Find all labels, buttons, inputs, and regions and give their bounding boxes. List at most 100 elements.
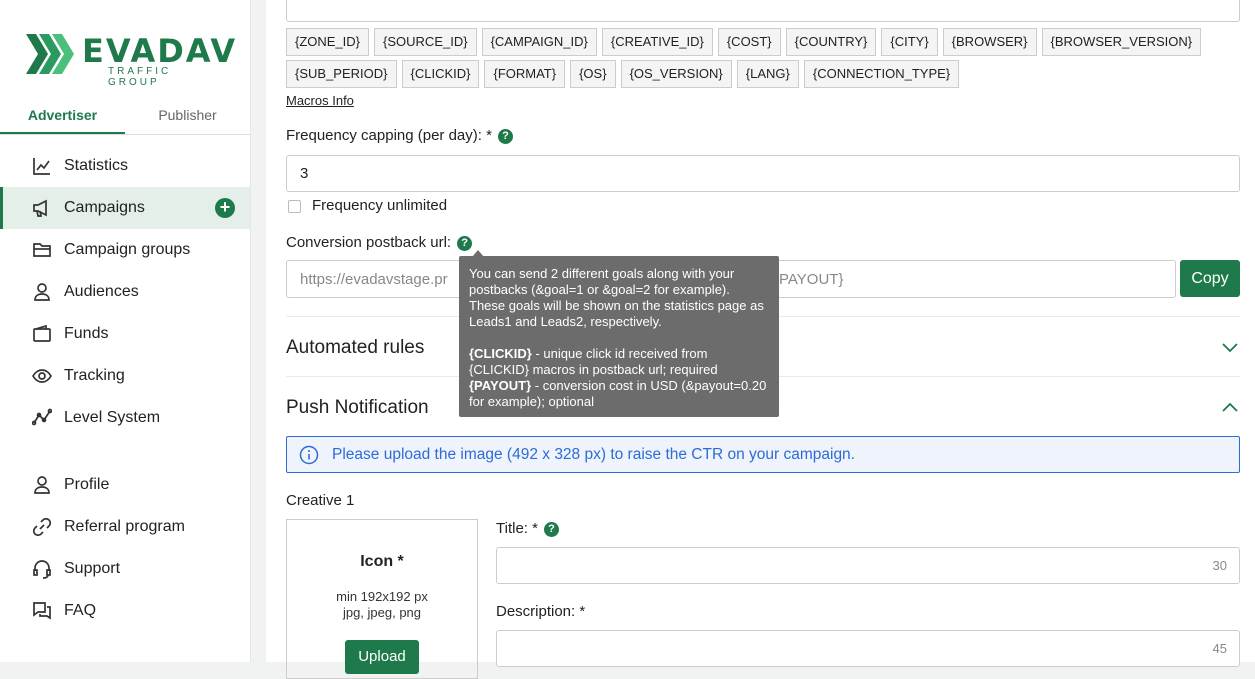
info-icon — [299, 445, 319, 464]
sidebar-item-label: Profile — [64, 476, 110, 493]
copy-button[interactable]: Copy — [1180, 260, 1240, 297]
macro-connection-type[interactable]: {CONNECTION_TYPE} — [803, 60, 960, 88]
frequency-input[interactable]: 3 — [286, 155, 1240, 192]
macro-browser[interactable]: {BROWSER} — [942, 28, 1037, 56]
sidebar-item-statistics[interactable]: Statistics — [0, 145, 250, 187]
postback-placeholder-end: PAYOUT} — [779, 270, 844, 288]
chart-icon — [32, 156, 52, 176]
sidebar-item-faq[interactable]: FAQ — [0, 590, 250, 632]
wallet-icon — [32, 324, 52, 344]
sidebar-item-referral-program[interactable]: Referral program — [0, 506, 250, 548]
macros-info-link[interactable]: Macros Info — [286, 93, 354, 108]
macro-os-version[interactable]: {OS_VERSION} — [620, 60, 732, 88]
help-icon[interactable]: ? — [457, 236, 473, 251]
title-label: Title: *? — [496, 520, 559, 537]
frequency-label-text: Frequency capping (per day): * — [286, 127, 492, 144]
user-icon — [32, 475, 52, 495]
title-input[interactable]: 30 — [496, 547, 1240, 584]
chevron-down-icon[interactable] — [1220, 337, 1240, 357]
sidebar-item-label: Campaign groups — [64, 241, 191, 258]
icon-format-hint: jpg, jpeg, png — [342, 605, 422, 620]
automated-rules-title: Automated rules — [286, 337, 425, 358]
description-input[interactable]: 45 — [496, 630, 1240, 667]
macro-cost[interactable]: {COST} — [717, 28, 781, 56]
description-label: Description: * — [496, 603, 586, 620]
users-icon — [32, 282, 52, 302]
macro-country[interactable]: {COUNTRY} — [785, 28, 877, 56]
brand-name: EVADAV — [82, 32, 238, 70]
sidebar-item-label: Funds — [64, 325, 109, 342]
macro-sub-period[interactable]: {SUB_PERIOD} — [286, 60, 397, 88]
frequency-unlimited-checkbox[interactable] — [288, 200, 301, 213]
postback-placeholder-start: https://evadavstage.pr — [300, 270, 448, 288]
push-notification-title: Push Notification — [286, 397, 429, 418]
sidebar-item-label: Statistics — [64, 157, 129, 174]
icon-upload-title: Icon * — [360, 553, 404, 570]
url-field[interactable] — [286, 0, 1240, 22]
tooltip-paragraph: You can send 2 different goals along wit… — [469, 266, 764, 329]
description-char-counter: 45 — [1212, 641, 1227, 656]
info-banner: Please upload the image (492 x 328 px) t… — [286, 436, 1240, 473]
role-tabs: Advertiser Publisher — [0, 100, 250, 135]
sidebar-item-label: Referral program — [64, 518, 185, 535]
macro-format[interactable]: {FORMAT} — [484, 60, 566, 88]
sidebar-item-label: Campaigns — [64, 199, 145, 216]
macro-creative-id[interactable]: {CREATIVE_ID} — [601, 28, 713, 56]
postback-help-tooltip: You can send 2 different goals along wit… — [459, 256, 779, 417]
postback-label: Conversion postback url:? — [286, 234, 473, 251]
brand-tagline: TRAFFIC GROUP — [108, 66, 172, 88]
eye-icon — [32, 366, 52, 386]
logo[interactable]: EVADAV TRAFFIC GROUP — [26, 32, 235, 88]
megaphone-icon — [32, 198, 52, 218]
upload-button[interactable]: Upload — [345, 640, 419, 674]
link-icon — [32, 517, 52, 537]
chat-icon — [32, 601, 52, 621]
sidebar-item-label: Tracking — [64, 367, 125, 384]
graph-icon — [32, 408, 52, 428]
sidebar-item-label: Support — [64, 560, 121, 577]
chevron-up-icon[interactable] — [1220, 397, 1240, 417]
macro-browser-version[interactable]: {BROWSER_VERSION} — [1041, 28, 1202, 56]
tooltip-payout-key: {PAYOUT} — [469, 378, 532, 393]
sidebar-item-profile[interactable]: Profile — [0, 464, 250, 506]
frequency-unlimited-label: Frequency unlimited — [312, 197, 448, 214]
tab-advertiser[interactable]: Advertiser — [0, 100, 125, 134]
postback-label-text: Conversion postback url: — [286, 234, 452, 251]
sidebar-item-label: FAQ — [64, 602, 97, 619]
frequency-label: Frequency capping (per day): *? — [286, 127, 513, 144]
sidebar-item-campaign-groups[interactable]: Campaign groups — [0, 229, 250, 271]
tooltip-clickid-key: {CLICKID} — [469, 346, 532, 361]
tooltip-payout-line: {PAYOUT} - conversion cost in USD (&payo… — [469, 378, 769, 410]
sidebar-item-audiences[interactable]: Audiences — [0, 271, 250, 313]
help-icon[interactable]: ? — [497, 129, 513, 144]
macros-list: {ZONE_ID} {SOURCE_ID} {CAMPAIGN_ID} {CREATI… — [286, 28, 1246, 92]
sidebar-item-support[interactable]: Support — [0, 548, 250, 590]
sidebar-item-campaigns[interactable]: Campaigns + — [0, 187, 250, 229]
sidebar-item-funds[interactable]: Funds — [0, 313, 250, 355]
add-campaign-button[interactable]: + — [215, 198, 235, 218]
icon-size-hint: min 192x192 px — [336, 589, 428, 604]
title-char-counter: 30 — [1212, 558, 1227, 573]
frequency-value: 3 — [300, 165, 309, 182]
macro-source-id[interactable]: {SOURCE_ID} — [374, 28, 477, 56]
sidebar-item-label: Level System — [64, 409, 161, 426]
tab-publisher[interactable]: Publisher — [125, 100, 250, 134]
macro-os[interactable]: {OS} — [570, 60, 616, 88]
sidebar-item-level-system[interactable]: Level System — [0, 397, 250, 439]
macro-lang[interactable]: {LANG} — [736, 60, 799, 88]
macro-city[interactable]: {CITY} — [881, 28, 938, 56]
sidebar-item-tracking[interactable]: Tracking — [0, 355, 250, 397]
sidebar-item-label: Audiences — [64, 283, 139, 300]
info-banner-text: Please upload the image (492 x 328 px) t… — [332, 445, 855, 463]
icon-upload-box[interactable]: Icon * min 192x192 px jpg, jpeg, png Upl… — [286, 519, 478, 679]
sidebar: EVADAV TRAFFIC GROUP Advertiser Publishe… — [0, 0, 251, 662]
macro-clickid[interactable]: {CLICKID} — [401, 60, 480, 88]
sidebar-nav: Statistics Campaigns + Campaign groups A… — [0, 145, 250, 632]
macro-campaign-id[interactable]: {CAMPAIGN_ID} — [481, 28, 597, 56]
creative-title: Creative 1 — [286, 492, 355, 509]
macro-zone-id[interactable]: {ZONE_ID} — [286, 28, 370, 56]
help-icon[interactable]: ? — [543, 522, 559, 537]
headset-icon — [32, 559, 52, 579]
folder-icon — [32, 240, 52, 260]
logo-icon — [26, 34, 74, 74]
